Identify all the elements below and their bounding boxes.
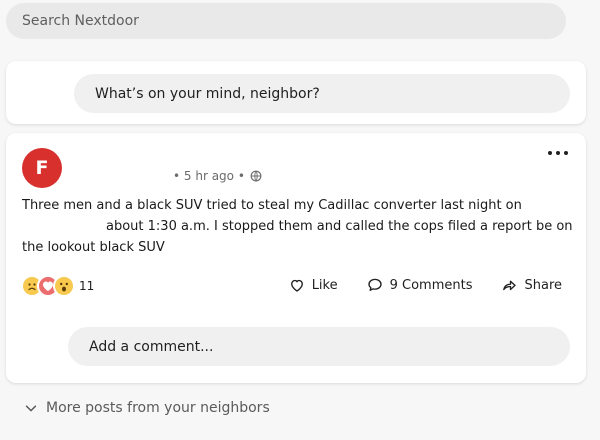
comments-label: 9 Comments xyxy=(389,277,473,293)
heart-outline-icon xyxy=(290,279,303,292)
post-actions: Like 9 Comments Share xyxy=(288,276,562,294)
wow-face-icon xyxy=(53,275,75,297)
post-line-2: about 1:30 a.m. I stopped them and calle… xyxy=(106,219,573,234)
author-avatar[interactable]: F xyxy=(22,148,62,188)
chevron-down-icon xyxy=(25,405,37,412)
globe-icon xyxy=(250,170,262,182)
comments-button[interactable]: 9 Comments xyxy=(366,276,473,294)
search-bar[interactable]: Search Nextdoor xyxy=(6,3,566,39)
reaction-summary[interactable]: 11 xyxy=(21,275,94,297)
share-label: Share xyxy=(524,277,562,293)
post-card: F • 5 hr ago • Three men and a black SUV… xyxy=(6,133,586,383)
post-meta: • 5 hr ago • xyxy=(173,169,262,183)
search-placeholder: Search Nextdoor xyxy=(22,13,139,29)
like-label: Like xyxy=(311,277,338,293)
like-button[interactable]: Like xyxy=(288,276,338,294)
post-body: Three men and a black SUV tried to steal… xyxy=(22,195,573,258)
post-time: • 5 hr ago • xyxy=(173,169,245,183)
post-line-3: the lookout black SUV xyxy=(22,240,165,255)
reaction-count: 11 xyxy=(79,279,95,293)
post-composer-input[interactable]: What’s on your mind, neighbor? xyxy=(74,74,570,113)
share-button[interactable]: Share xyxy=(500,276,562,294)
more-posts-label: More posts from your neighbors xyxy=(46,400,270,416)
post-line-1: Three men and a black SUV tried to steal… xyxy=(22,198,522,213)
comment-bubble-icon xyxy=(367,278,382,291)
more-posts-link[interactable]: More posts from your neighbors xyxy=(24,400,270,416)
comment-input[interactable]: Add a comment... xyxy=(68,327,570,366)
more-options-icon[interactable] xyxy=(548,148,568,158)
composer-card: What’s on your mind, neighbor? xyxy=(6,61,586,124)
share-arrow-icon xyxy=(503,280,517,291)
